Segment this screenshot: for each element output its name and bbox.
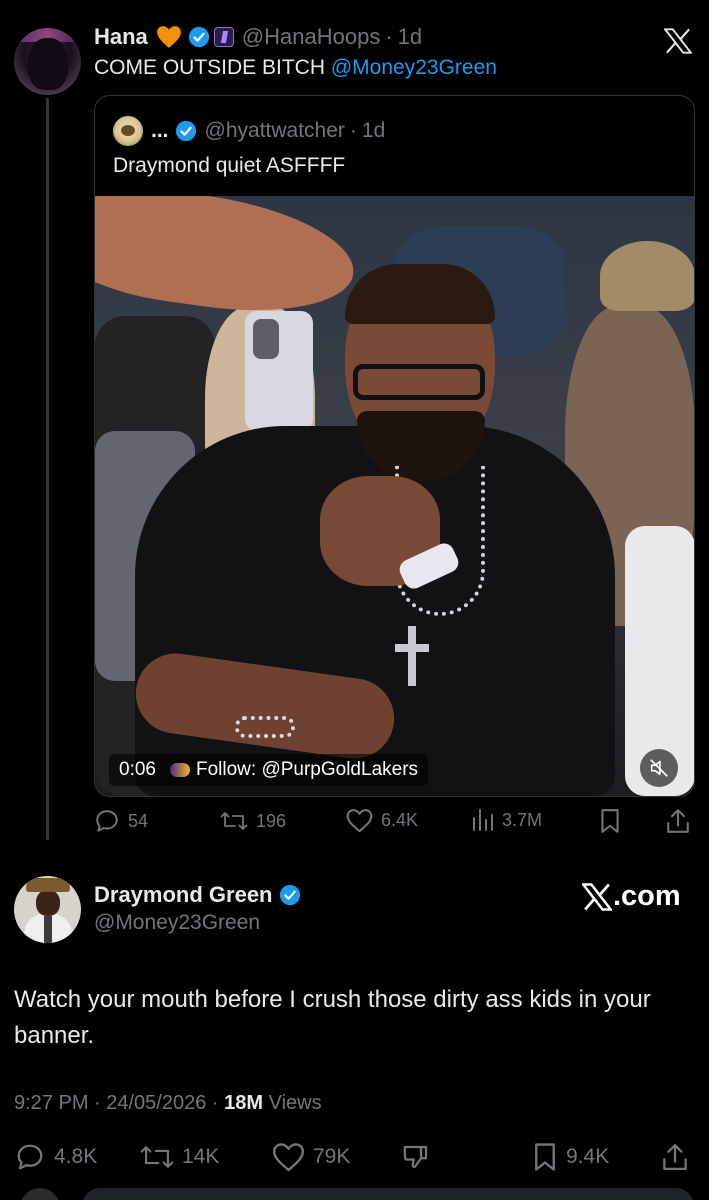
share-button[interactable]: [662, 1142, 688, 1172]
quote-author-handle[interactable]: @hyattwatcher · 1d: [205, 119, 386, 143]
parent-tweet-header: Hana @HanaHoops · 1d: [94, 24, 422, 50]
repost-icon: [220, 812, 248, 830]
reply-count: 4.8K: [54, 1145, 98, 1168]
reply-author-name[interactable]: Draymond Green: [94, 882, 273, 908]
reply-author-handle[interactable]: @Money23Green: [94, 911, 260, 935]
quote-text: Draymond quiet ASFFFF: [113, 154, 346, 177]
x-dot-com-text: .com: [613, 880, 681, 912]
share-icon: [663, 1144, 687, 1170]
reply-count: 54: [128, 810, 149, 831]
views-count: 3.7M: [502, 809, 543, 830]
share-icon: [667, 809, 689, 833]
quoted-tweet-card[interactable]: ... @hyattwatcher · 1d Draymond quiet ASFF…: [94, 95, 695, 797]
quote-author-name[interactable]: ...: [151, 119, 169, 143]
verified-badge-icon: [175, 120, 196, 142]
avatar-draymond[interactable]: [14, 876, 81, 943]
like-count: 6.4K: [381, 810, 419, 830]
quote-handle-text: @hyattwatcher: [204, 119, 345, 142]
views-button[interactable]: 3.7M: [472, 808, 542, 832]
affiliate-badge-icon[interactable]: [213, 27, 234, 47]
like-icon: [272, 1143, 305, 1172]
lakers-logo-icon: [169, 763, 190, 777]
x-logo-icon: [664, 28, 692, 54]
verified-badge-icon: [188, 26, 209, 48]
views-label: Views: [263, 1092, 322, 1114]
mute-icon: [650, 759, 668, 777]
repost-button[interactable]: 196: [220, 808, 286, 834]
separator-dot: ·: [349, 119, 357, 142]
verified-badge-icon: [279, 884, 300, 906]
dislike-icon: [403, 1145, 428, 1169]
video-overlay-pill: 0:06 Follow: @PurpGoldLakers: [109, 754, 429, 786]
parent-action-bar: 54 196 6.4K 3.7M: [94, 808, 694, 836]
separator-dot: ·: [385, 24, 393, 49]
video-timestamp: 0:06: [119, 759, 156, 780]
like-count: 79K: [313, 1145, 351, 1168]
bookmark-icon: [601, 809, 619, 833]
views-total: 18M: [224, 1092, 264, 1114]
like-icon: [346, 809, 373, 833]
reply-composer-input[interactable]: [82, 1188, 694, 1200]
reply-composer-strip: [0, 1188, 709, 1200]
tweet-time[interactable]: 1d: [398, 24, 422, 50]
like-button[interactable]: 6.4K: [346, 808, 418, 833]
parent-tweet-text: COME OUTSIDE BITCH @Money23Green: [94, 56, 497, 80]
reply-icon: [17, 1144, 43, 1170]
repost-count: 14K: [182, 1145, 220, 1168]
bookmark-button[interactable]: 9.4K: [532, 1142, 609, 1172]
repost-button[interactable]: 14K: [140, 1142, 219, 1172]
x-dot-com-watermark: .com: [582, 880, 681, 913]
quote-time: 1d: [361, 119, 386, 142]
repost-count: 196: [256, 810, 287, 831]
reply-tweet-text: Watch your mouth before I crush those di…: [14, 986, 651, 1049]
dislike-button[interactable]: [400, 1142, 432, 1172]
avatar-hana[interactable]: [14, 28, 81, 95]
x-logo-icon: [582, 882, 612, 911]
reply-action-bar: 4.8K 14K 79K 9.4K: [14, 1142, 694, 1174]
reply-icon: [96, 810, 118, 832]
composer-avatar: [20, 1188, 60, 1200]
bookmark-button[interactable]: [599, 808, 621, 834]
timestamp[interactable]: 9:27 PM · 24/05/2026 ·: [14, 1092, 224, 1114]
bookmark-count: 9.4K: [566, 1145, 610, 1168]
video-player[interactable]: 0:06 Follow: @PurpGoldLakers: [95, 196, 694, 796]
reply-button[interactable]: 4.8K: [14, 1142, 97, 1172]
reply-button[interactable]: 54: [94, 808, 148, 834]
quote-header: ... @hyattwatcher · 1d: [113, 116, 385, 146]
tweet-meta: 9:27 PM · 24/05/2026 · 18M Views: [14, 1092, 322, 1115]
mention-link[interactable]: @Money23Green: [331, 56, 497, 79]
views-icon: [473, 809, 493, 831]
author-name[interactable]: Hana: [94, 24, 148, 50]
video-follow-text: Follow: @PurpGoldLakers: [195, 759, 419, 780]
orange-heart-icon: [156, 26, 181, 48]
tweet-text-body: COME OUTSIDE BITCH: [94, 56, 331, 79]
quote-avatar[interactable]: [113, 116, 143, 146]
repost-icon: [140, 1146, 174, 1168]
bookmark-icon: [535, 1143, 555, 1171]
mute-button[interactable]: [640, 749, 678, 787]
share-button[interactable]: [666, 808, 690, 834]
reply-author-row: Draymond Green: [94, 882, 301, 908]
thread-connector-line: [46, 98, 49, 840]
like-button[interactable]: 79K: [272, 1142, 350, 1172]
author-handle[interactable]: @HanaHoops: [242, 24, 381, 50]
